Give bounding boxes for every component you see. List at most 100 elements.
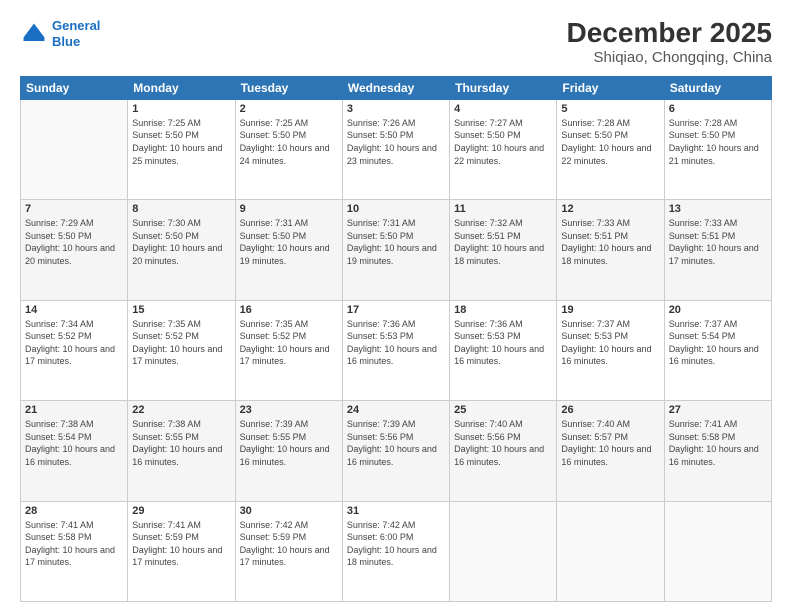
day-info: Sunrise: 7:25 AM Sunset: 5:50 PM Dayligh…: [132, 117, 230, 167]
day-number: 9: [240, 203, 338, 215]
table-row: 17 Sunrise: 7:36 AM Sunset: 5:53 PM Dayli…: [342, 300, 449, 400]
day-info: Sunrise: 7:26 AM Sunset: 5:50 PM Dayligh…: [347, 117, 445, 167]
day-info: Sunrise: 7:38 AM Sunset: 5:54 PM Dayligh…: [25, 418, 123, 468]
day-info: Sunrise: 7:37 AM Sunset: 5:54 PM Dayligh…: [669, 318, 767, 368]
logo: General Blue: [20, 18, 100, 49]
day-info: Sunrise: 7:38 AM Sunset: 5:55 PM Dayligh…: [132, 418, 230, 468]
page: General Blue December 2025 Shiqiao, Chon…: [0, 0, 792, 612]
table-row: 24 Sunrise: 7:39 AM Sunset: 5:56 PM Dayli…: [342, 401, 449, 501]
day-info: Sunrise: 7:41 AM Sunset: 5:58 PM Dayligh…: [25, 519, 123, 569]
day-info: Sunrise: 7:40 AM Sunset: 5:57 PM Dayligh…: [561, 418, 659, 468]
day-info: Sunrise: 7:35 AM Sunset: 5:52 PM Dayligh…: [132, 318, 230, 368]
day-info: Sunrise: 7:39 AM Sunset: 5:55 PM Dayligh…: [240, 418, 338, 468]
logo-text: General Blue: [52, 18, 100, 49]
day-info: Sunrise: 7:35 AM Sunset: 5:52 PM Dayligh…: [240, 318, 338, 368]
day-info: Sunrise: 7:25 AM Sunset: 5:50 PM Dayligh…: [240, 117, 338, 167]
col-sunday: Sunday: [21, 76, 128, 99]
table-row: 14 Sunrise: 7:34 AM Sunset: 5:52 PM Dayli…: [21, 300, 128, 400]
day-info: Sunrise: 7:31 AM Sunset: 5:50 PM Dayligh…: [347, 217, 445, 267]
day-number: 6: [669, 103, 767, 115]
day-number: 14: [25, 304, 123, 316]
table-row: 10 Sunrise: 7:31 AM Sunset: 5:50 PM Dayli…: [342, 200, 449, 300]
col-saturday: Saturday: [664, 76, 771, 99]
day-number: 16: [240, 304, 338, 316]
table-row: 13 Sunrise: 7:33 AM Sunset: 5:51 PM Dayli…: [664, 200, 771, 300]
day-info: Sunrise: 7:28 AM Sunset: 5:50 PM Dayligh…: [669, 117, 767, 167]
day-number: 11: [454, 203, 552, 215]
table-row: 4Sunrise: 7:27 AM Sunset: 5:50 PM Daylig…: [450, 99, 557, 199]
table-row: 28 Sunrise: 7:41 AM Sunset: 5:58 PM Dayli…: [21, 501, 128, 601]
day-info: Sunrise: 7:39 AM Sunset: 5:56 PM Dayligh…: [347, 418, 445, 468]
col-tuesday: Tuesday: [235, 76, 342, 99]
col-wednesday: Wednesday: [342, 76, 449, 99]
table-row: [450, 501, 557, 601]
col-friday: Friday: [557, 76, 664, 99]
table-row: 3 Sunrise: 7:26 AM Sunset: 5:50 PM Daylig…: [342, 99, 449, 199]
day-number: 29: [132, 505, 230, 517]
calendar-header-row: Sunday Monday Tuesday Wednesday Thursday…: [21, 76, 772, 99]
table-row: 12 Sunrise: 7:33 AM Sunset: 5:51 PM Dayli…: [557, 200, 664, 300]
day-number: 25: [454, 404, 552, 416]
table-row: 30 Sunrise: 7:42 AM Sunset: 5:59 PM Dayli…: [235, 501, 342, 601]
day-info: Sunrise: 7:33 AM Sunset: 5:51 PM Dayligh…: [561, 217, 659, 267]
day-number: 28: [25, 505, 123, 517]
table-row: 29 Sunrise: 7:41 AM Sunset: 5:59 PM Dayli…: [128, 501, 235, 601]
day-info: Sunrise: 7:33 AM Sunset: 5:51 PM Dayligh…: [669, 217, 767, 267]
table-row: 11 Sunrise: 7:32 AM Sunset: 5:51 PM Dayli…: [450, 200, 557, 300]
day-number: 17: [347, 304, 445, 316]
day-number: 10: [347, 203, 445, 215]
day-number: 27: [669, 404, 767, 416]
day-number: 24: [347, 404, 445, 416]
location-subtitle: Shiqiao, Chongqing, China: [567, 49, 772, 66]
title-block: December 2025 Shiqiao, Chongqing, China: [567, 18, 772, 66]
table-row: 31Sunrise: 7:42 AM Sunset: 6:00 PM Dayli…: [342, 501, 449, 601]
day-info: Sunrise: 7:37 AM Sunset: 5:53 PM Dayligh…: [561, 318, 659, 368]
col-thursday: Thursday: [450, 76, 557, 99]
day-number: 30: [240, 505, 338, 517]
logo-icon: [20, 20, 48, 48]
table-row: 9 Sunrise: 7:31 AM Sunset: 5:50 PM Daylig…: [235, 200, 342, 300]
day-number: 3: [347, 103, 445, 115]
table-row: 6 Sunrise: 7:28 AM Sunset: 5:50 PM Daylig…: [664, 99, 771, 199]
table-row: [557, 501, 664, 601]
table-row: 20 Sunrise: 7:37 AM Sunset: 5:54 PM Dayli…: [664, 300, 771, 400]
day-number: 5: [561, 103, 659, 115]
table-row: 15 Sunrise: 7:35 AM Sunset: 5:52 PM Dayli…: [128, 300, 235, 400]
day-number: 20: [669, 304, 767, 316]
day-number: 19: [561, 304, 659, 316]
table-row: 27 Sunrise: 7:41 AM Sunset: 5:58 PM Dayli…: [664, 401, 771, 501]
table-row: 21 Sunrise: 7:38 AM Sunset: 5:54 PM Dayli…: [21, 401, 128, 501]
day-number: 23: [240, 404, 338, 416]
day-number: 22: [132, 404, 230, 416]
day-number: 7: [25, 203, 123, 215]
day-info: Sunrise: 7:32 AM Sunset: 5:51 PM Dayligh…: [454, 217, 552, 267]
day-number: 15: [132, 304, 230, 316]
day-number: 18: [454, 304, 552, 316]
table-row: 26 Sunrise: 7:40 AM Sunset: 5:57 PM Dayli…: [557, 401, 664, 501]
day-info: Sunrise: 7:36 AM Sunset: 5:53 PM Dayligh…: [347, 318, 445, 368]
day-number: 12: [561, 203, 659, 215]
table-row: [21, 99, 128, 199]
day-info: Sunrise: 7:30 AM Sunset: 5:50 PM Dayligh…: [132, 217, 230, 267]
day-number: 4: [454, 103, 552, 115]
day-info: Sunrise: 7:42 AM Sunset: 6:00 PM Dayligh…: [347, 519, 445, 569]
day-number: 21: [25, 404, 123, 416]
day-info: Sunrise: 7:29 AM Sunset: 5:50 PM Dayligh…: [25, 217, 123, 267]
day-info: Sunrise: 7:41 AM Sunset: 5:58 PM Dayligh…: [669, 418, 767, 468]
table-row: 1Sunrise: 7:25 AM Sunset: 5:50 PM Daylig…: [128, 99, 235, 199]
day-number: 2: [240, 103, 338, 115]
day-number: 8: [132, 203, 230, 215]
header: General Blue December 2025 Shiqiao, Chon…: [20, 18, 772, 66]
table-row: 16 Sunrise: 7:35 AM Sunset: 5:52 PM Dayli…: [235, 300, 342, 400]
day-info: Sunrise: 7:31 AM Sunset: 5:50 PM Dayligh…: [240, 217, 338, 267]
day-info: Sunrise: 7:34 AM Sunset: 5:52 PM Dayligh…: [25, 318, 123, 368]
day-info: Sunrise: 7:41 AM Sunset: 5:59 PM Dayligh…: [132, 519, 230, 569]
table-row: 25 Sunrise: 7:40 AM Sunset: 5:56 PM Dayli…: [450, 401, 557, 501]
table-row: [664, 501, 771, 601]
day-number: 13: [669, 203, 767, 215]
table-row: 23 Sunrise: 7:39 AM Sunset: 5:55 PM Dayli…: [235, 401, 342, 501]
table-row: 19 Sunrise: 7:37 AM Sunset: 5:53 PM Dayli…: [557, 300, 664, 400]
day-info: Sunrise: 7:42 AM Sunset: 5:59 PM Dayligh…: [240, 519, 338, 569]
day-number: 26: [561, 404, 659, 416]
day-info: Sunrise: 7:40 AM Sunset: 5:56 PM Dayligh…: [454, 418, 552, 468]
